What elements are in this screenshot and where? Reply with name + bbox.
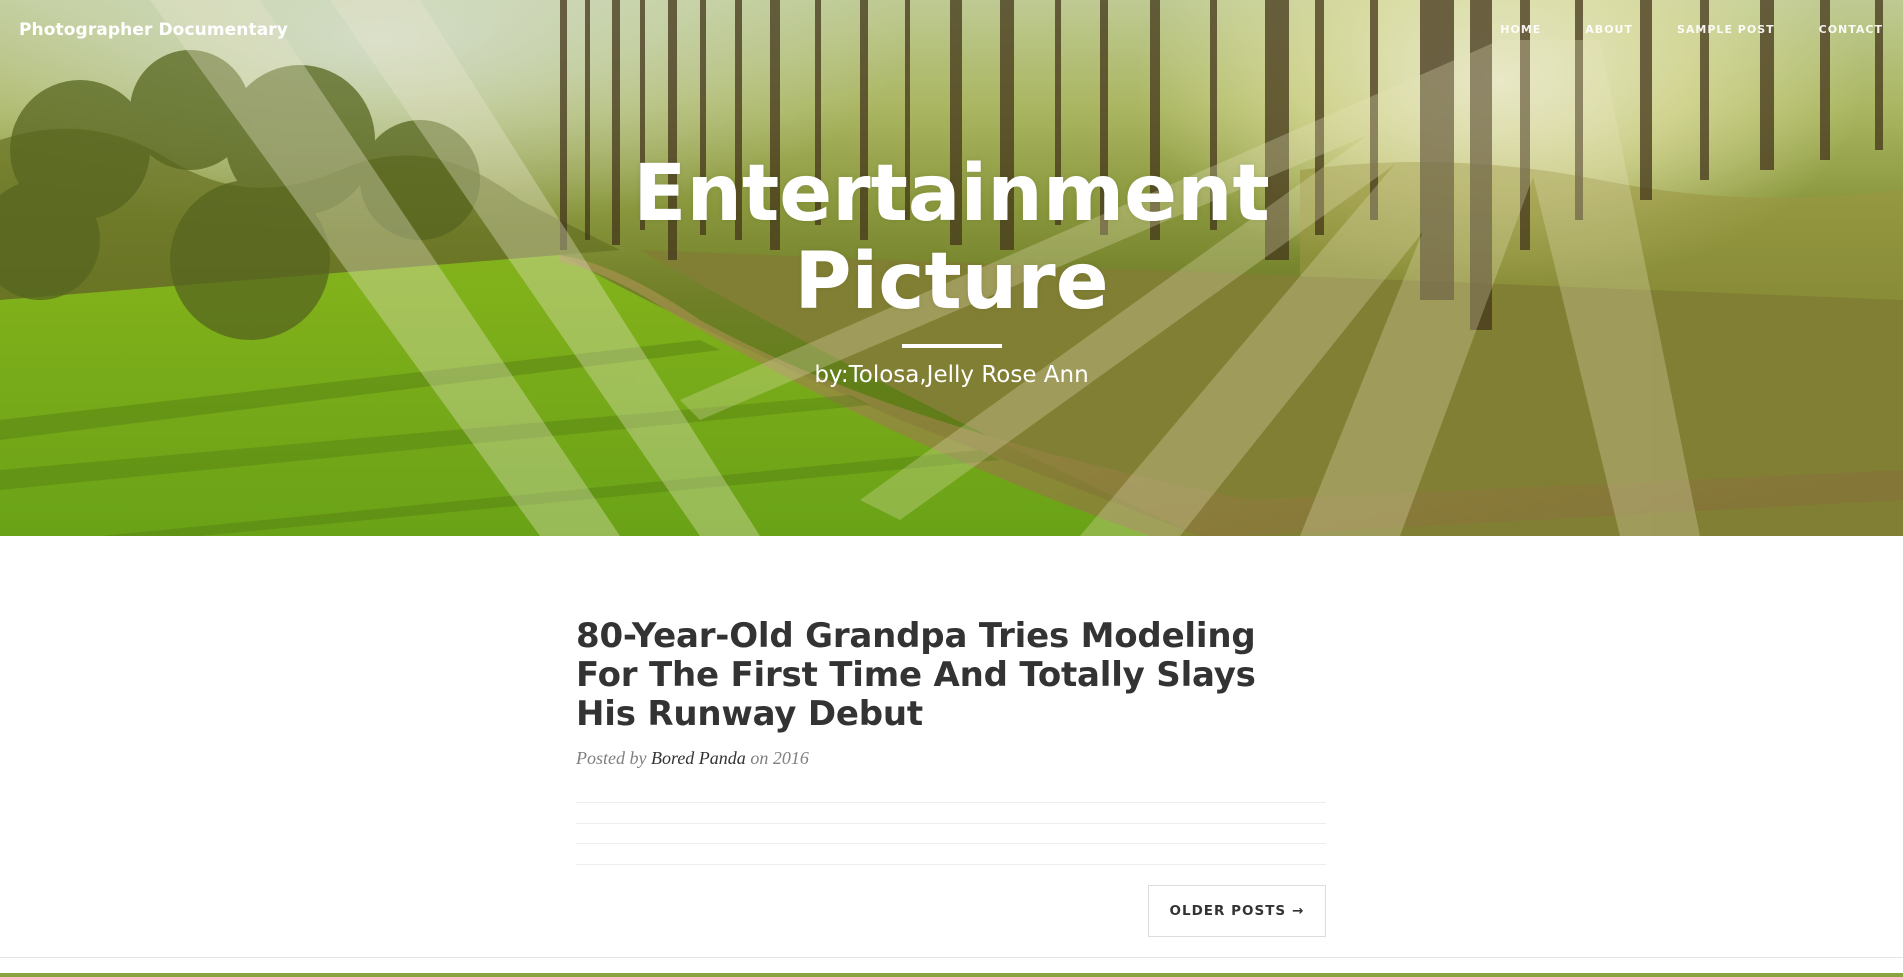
nav-link-contact[interactable]: Contact (1797, 23, 1883, 36)
hero-header: Photographer Documentary Home About Samp… (0, 0, 1903, 536)
site-title: Entertainment Picture (633, 149, 1270, 327)
footer-divider (0, 957, 1903, 958)
site-subtitle: by:Tolosa,Jelly Rose Ann (814, 362, 1089, 388)
nav-links: Home About Sample Post Contact (1478, 23, 1883, 36)
nav-link-home[interactable]: Home (1478, 23, 1563, 36)
post-date: 2016 (772, 748, 809, 768)
heading-divider (901, 344, 1002, 348)
older-posts-label: OLDER POSTS (1169, 903, 1287, 919)
top-navbar: Photographer Documentary Home About Samp… (0, 0, 1903, 62)
post-divider (576, 864, 1326, 865)
post-divider (576, 802, 1326, 803)
nav-link-sample-post[interactable]: Sample Post (1655, 23, 1797, 36)
post-meta-on: on (750, 748, 769, 768)
right-arrow-icon: → (1292, 903, 1305, 919)
site-heading: Entertainment Picture by:Tolosa,Jelly Ro… (0, 150, 1903, 388)
older-posts-button[interactable]: OLDER POSTS → (1148, 885, 1326, 937)
post-meta: Posted by Bored Panda on 2016 (576, 748, 1326, 769)
post-divider (576, 843, 1326, 844)
post-divider (576, 823, 1326, 824)
nav-link-about[interactable]: About (1563, 23, 1655, 36)
post-title-link[interactable]: 80-Year-Old Grandpa Tries Modeling For T… (576, 617, 1326, 734)
post-preview: 80-Year-Old Grandpa Tries Modeling For T… (576, 617, 1326, 769)
post-author-link[interactable]: Bored Panda (651, 748, 746, 768)
bottom-accent-bar (0, 973, 1903, 977)
post-meta-prefix: Posted by (576, 748, 647, 768)
site-brand-link[interactable]: Photographer Documentary (19, 20, 288, 40)
